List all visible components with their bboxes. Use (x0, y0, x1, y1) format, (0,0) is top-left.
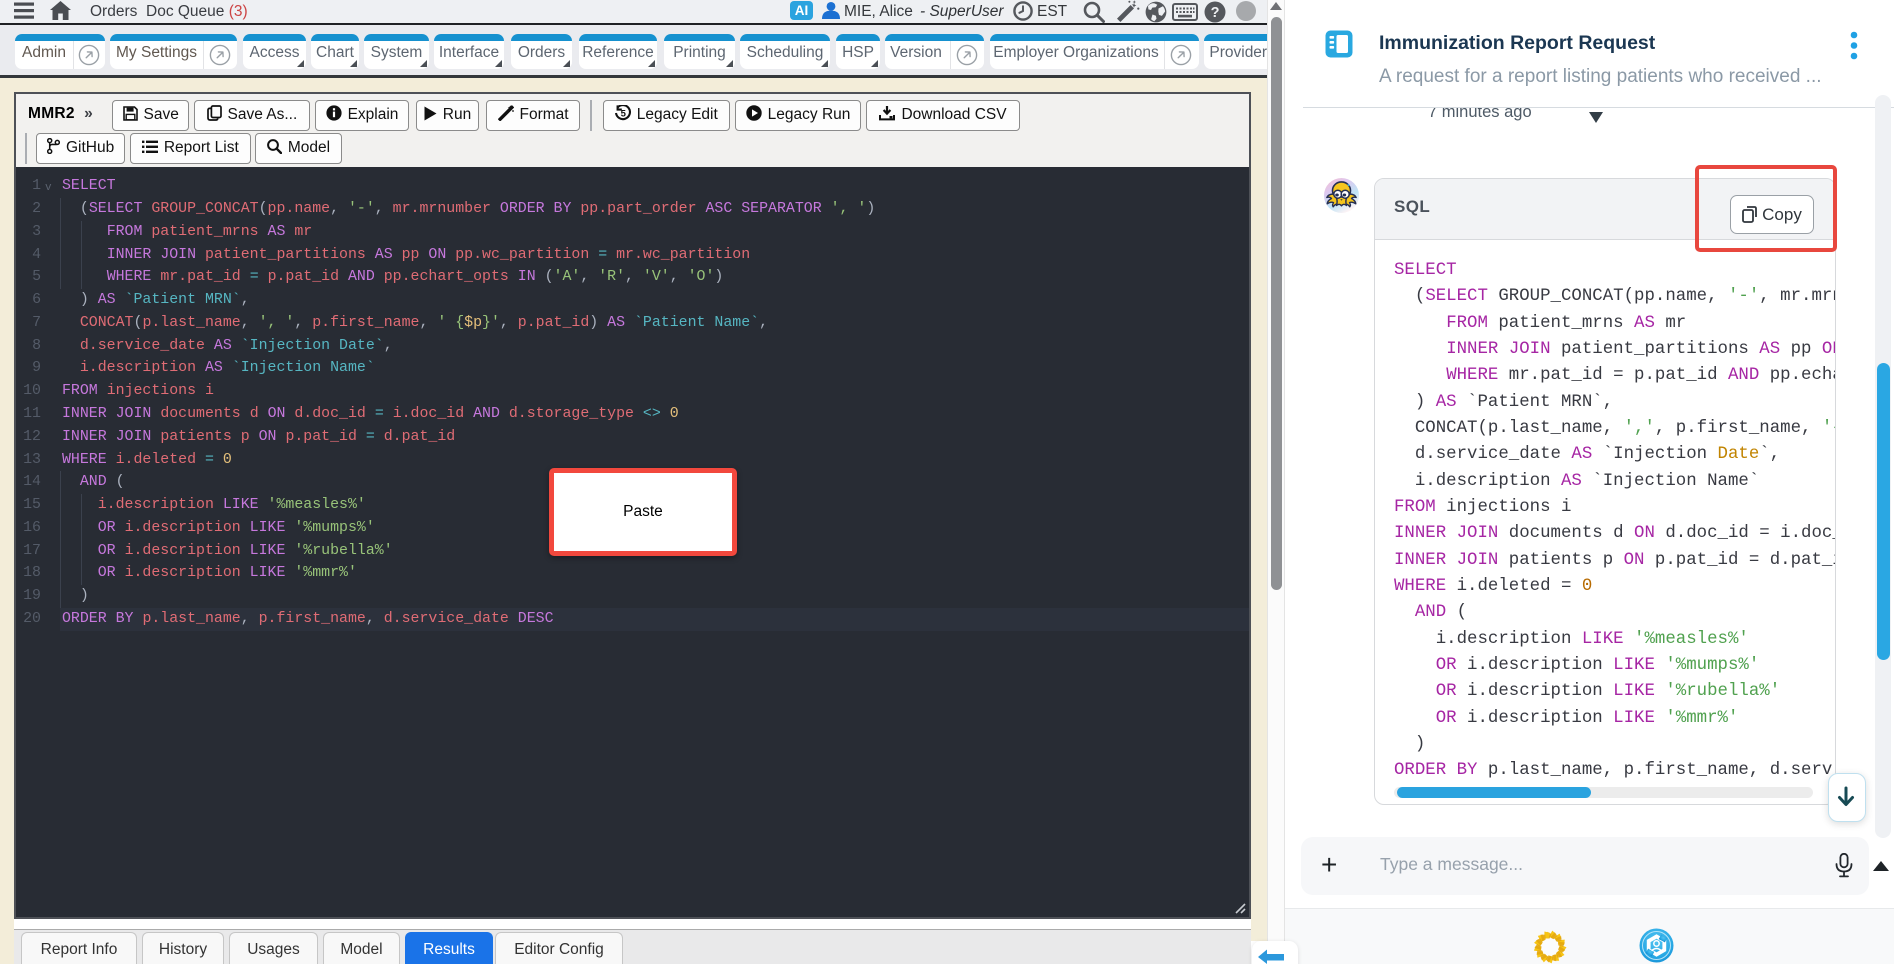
svg-text:5: 5 (620, 109, 626, 120)
svg-text:?: ? (1211, 5, 1220, 21)
